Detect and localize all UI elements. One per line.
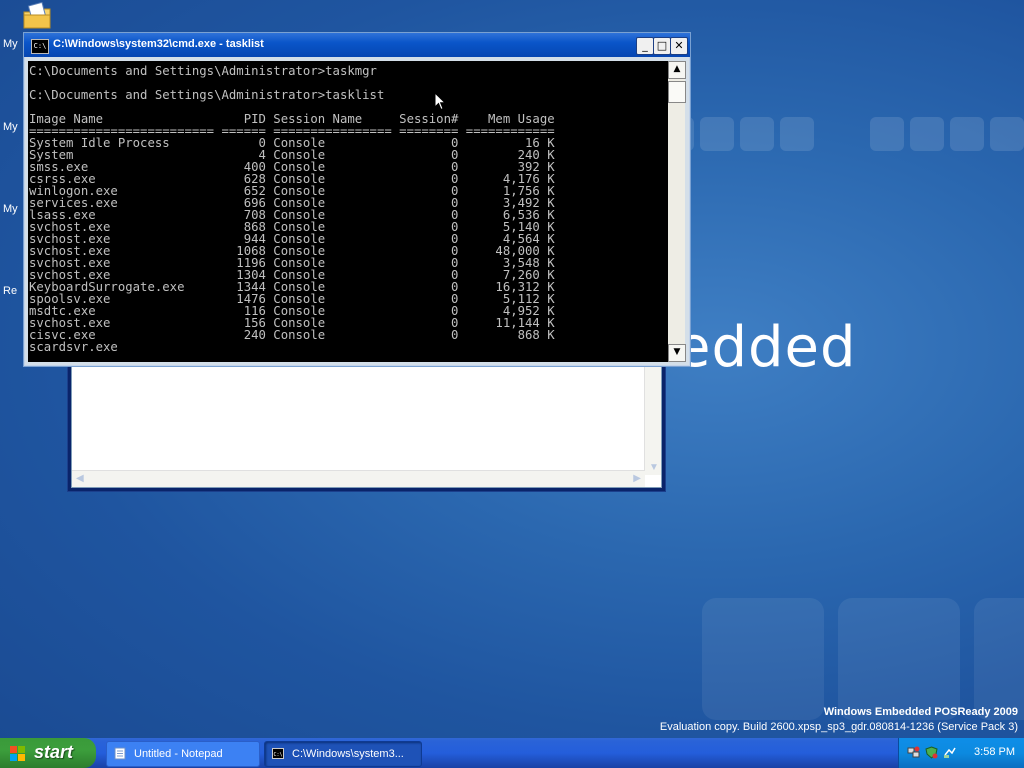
cmd-window[interactable]: C:\ C:\Windows\system32\cmd.exe - taskli… (23, 32, 691, 367)
maximize-button[interactable]: □ (653, 37, 671, 55)
notepad-icon (114, 747, 126, 760)
desktop-decor-big-tiles (702, 598, 1024, 720)
shield-icon[interactable] (925, 746, 938, 759)
minimize-button[interactable]: _ (636, 37, 654, 55)
desktop-icon-label-2[interactable]: My (3, 121, 18, 133)
desktop-icon-label-1[interactable]: My (3, 38, 18, 50)
start-label: start (34, 742, 74, 762)
mouse-pointer-icon (434, 92, 446, 111)
desktop-icon-label-3[interactable]: My (3, 203, 18, 215)
taskbar-item-label: C:\Windows\system3... (292, 748, 404, 760)
cmd-window-title: C:\Windows\system32\cmd.exe - tasklist (53, 38, 264, 50)
desktop-decor-tiles (660, 117, 1024, 151)
windows-flag-icon (10, 746, 26, 762)
taskbar-item-label: Untitled - Notepad (134, 748, 223, 760)
cmd-app-icon[interactable]: C:\ (31, 39, 49, 54)
notepad-horizontal-scrollbar[interactable]: ◀ ▶ (72, 470, 645, 487)
scrollbar-thumb[interactable] (668, 81, 686, 103)
taskbar: start Untitled - Notepad C:\ C:\Windows\… (0, 738, 1024, 768)
my-documents-folder-icon[interactable] (22, 2, 52, 30)
notepad-vertical-scrollbar[interactable]: ▼ (644, 365, 661, 475)
svg-text:C:\: C:\ (274, 752, 283, 758)
network-icon[interactable] (907, 746, 920, 759)
cmd-title-bar[interactable]: C:\ C:\Windows\system32\cmd.exe - taskli… (24, 33, 690, 57)
taskbar-item-cmd[interactable]: C:\ C:\Windows\system3... (264, 741, 422, 767)
taskbar-item-notepad[interactable]: Untitled - Notepad (106, 741, 260, 767)
os-watermark-build: Evaluation copy. Build 2600.xpsp_sp3_gdr… (659, 721, 1018, 733)
scroll-down-arrow-icon[interactable]: ▼ (649, 462, 659, 473)
notepad-text-area[interactable]: ▼ ◀ ▶ (71, 364, 662, 488)
os-watermark-title: Windows Embedded POSReady 2009 (823, 706, 1018, 718)
console-text: C:\Documents and Settings\Administrator>… (29, 64, 555, 354)
scroll-left-arrow-icon[interactable]: ◀ (76, 473, 84, 484)
safely-remove-hardware-icon[interactable] (943, 746, 956, 759)
start-button[interactable]: start (0, 738, 96, 768)
system-tray: 3:58 PM (898, 738, 1024, 768)
scroll-right-arrow-icon[interactable]: ▶ (633, 473, 641, 484)
scroll-up-arrow-icon[interactable]: ▲ (668, 61, 686, 79)
clock[interactable]: 3:58 PM (974, 746, 1015, 758)
console-vertical-scrollbar[interactable]: ▲ ▼ (668, 61, 686, 362)
console-output[interactable]: C:\Documents and Settings\Administrator>… (28, 61, 668, 362)
notepad-window[interactable]: ▼ ◀ ▶ (67, 360, 666, 492)
desktop-icon-label-4[interactable]: Re (3, 285, 17, 297)
wallpaper-brand-text: edded (676, 315, 857, 380)
cmd-icon: C:\ (272, 748, 284, 759)
scroll-down-arrow-icon[interactable]: ▼ (668, 344, 686, 362)
close-button[interactable]: ✕ (670, 37, 688, 55)
